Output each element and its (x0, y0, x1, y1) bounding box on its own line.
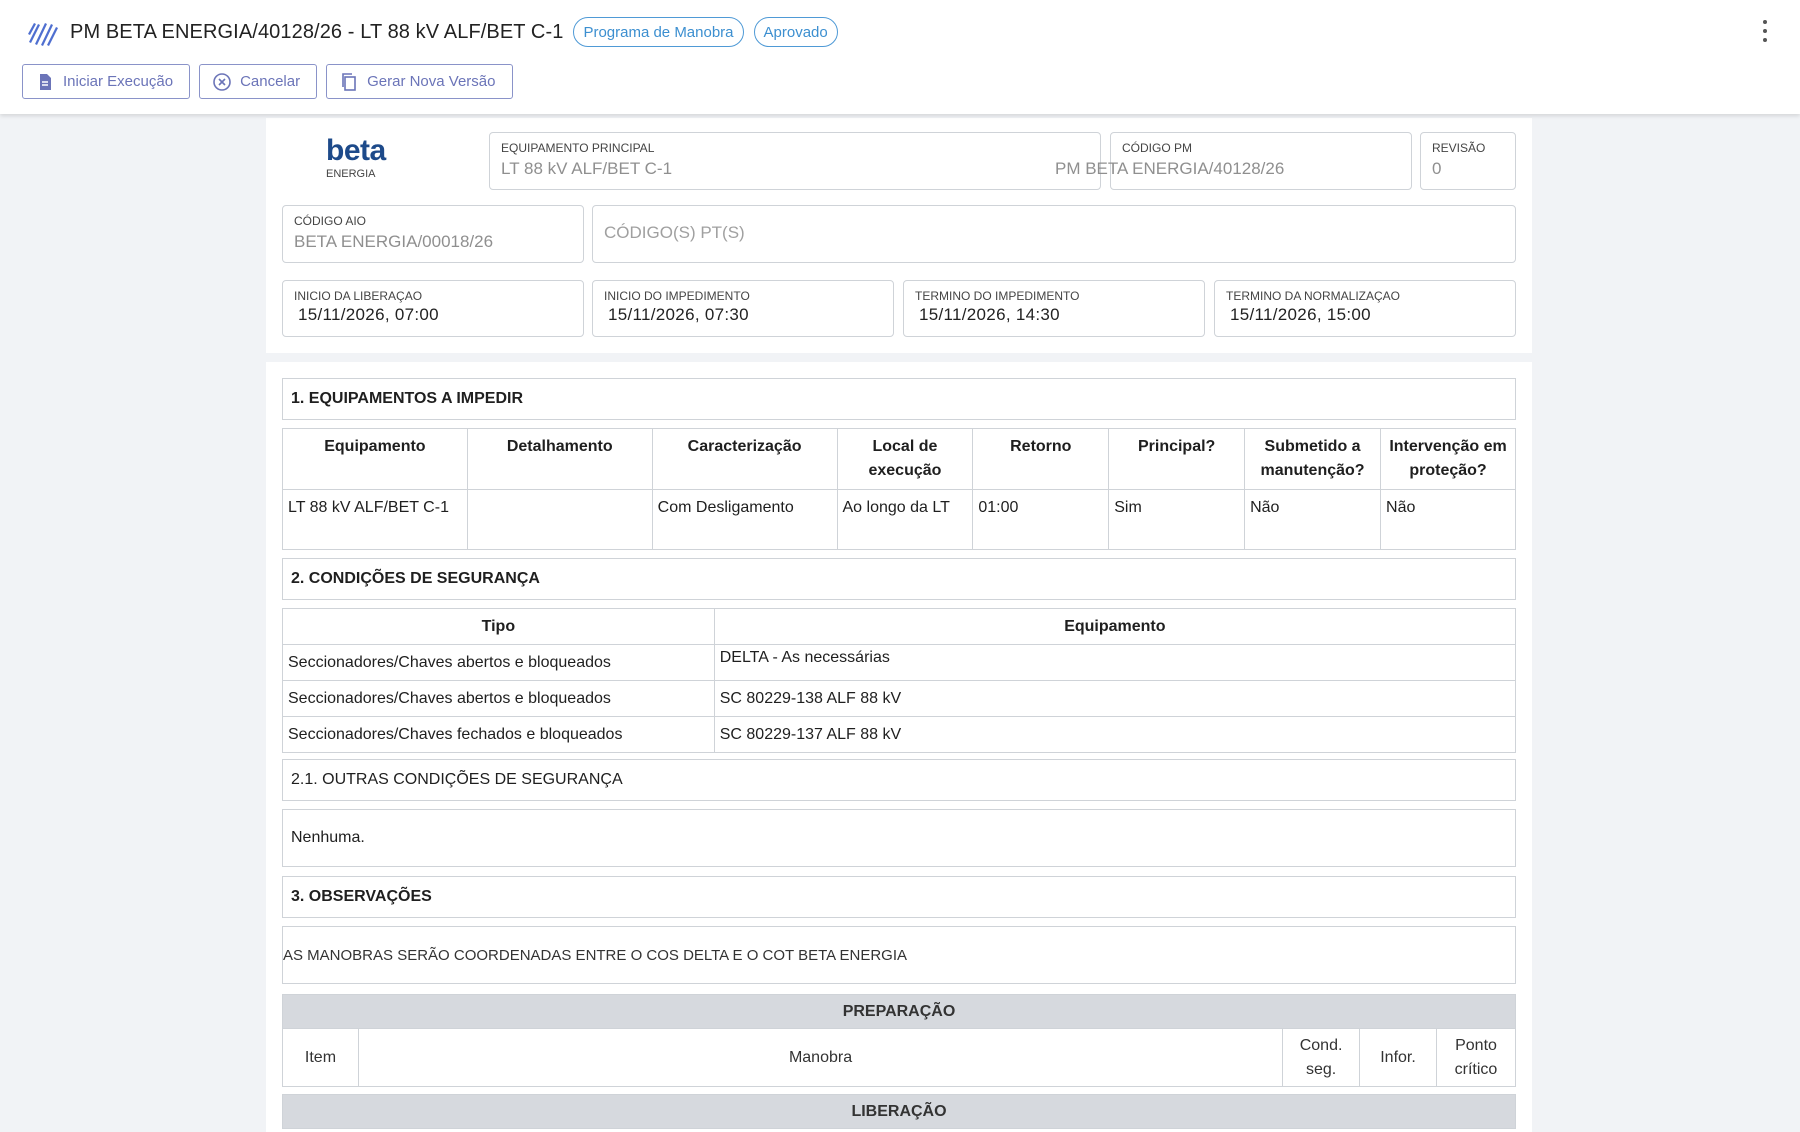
col-cond-seg: Cond. seg. (1282, 1028, 1361, 1087)
main-equipment-label: EQUIPAMENTO PRINCIPAL (501, 141, 655, 155)
impediment-start-label: INICIO DO IMPEDIMENTO (604, 289, 750, 303)
col-manobra: Manobra (357, 1028, 1284, 1087)
cell-protecao: Não (1380, 489, 1516, 550)
page-title: PM BETA ENERGIA/40128/26 - LT 88 kV ALF/… (70, 20, 564, 43)
cell-equipamento: DELTA - As necessárias (713, 644, 1517, 681)
table-row: Seccionadores/Chaves abertos e bloqueado… (282, 680, 1517, 717)
safety-conditions-table: Tipo Equipamento Seccionadores/Chaves ab… (282, 608, 1517, 753)
main-equipment-field[interactable]: EQUIPAMENTO PRINCIPAL LT 88 kV ALF/BET C… (489, 132, 1101, 190)
release-start-label: INICIO DA LIBERAÇAO (294, 289, 423, 303)
cell-principal: Sim (1108, 489, 1246, 550)
col-principal: Principal? (1108, 428, 1246, 490)
impediment-end-field[interactable]: TERMINO DO IMPEDIMENTO 15/11/2026, 14:30 (903, 280, 1205, 337)
pm-code-field[interactable]: CÓDIGO PM PM BETA ENERGIA/40128/26 (1055, 132, 1412, 190)
preparation-header: PREPARAÇÃO (282, 994, 1516, 1029)
col-detalhamento: Detalhamento (466, 428, 653, 490)
logo-name: beta (326, 134, 386, 167)
release-start-field[interactable]: INICIO DA LIBERAÇAO 15/11/2026, 07:00 (282, 280, 584, 337)
section-2-title: 2. CONDIÇÕES DE SEGURANÇA (282, 558, 1516, 600)
section-1-title: 1. EQUIPAMENTOS A IMPEDIR (282, 378, 1516, 420)
col-item: Item (282, 1028, 359, 1087)
pm-code-label: CÓDIGO PM (1122, 141, 1193, 155)
cancel-label: Cancelar (240, 73, 301, 90)
impediment-start-field[interactable]: INICIO DO IMPEDIMENTO 15/11/2026, 07:30 (592, 280, 894, 337)
action-toolbar: Iniciar Execução Cancelar Gerar Nova Ver… (22, 64, 513, 99)
table-row: Seccionadores/Chaves fechados e bloquead… (282, 716, 1517, 753)
maneuvers-table-header: Item Manobra Cond. seg. Infor. Ponto crí… (282, 1028, 1516, 1087)
maneuvers-table: PREPARAÇÃO Item Manobra Cond. seg. Infor… (282, 994, 1516, 1129)
normalization-end-value: 15/11/2026, 15:00 (1230, 305, 1371, 324)
normalization-end-field[interactable]: TERMINO DA NORMALIZAÇAO 15/11/2026, 15:0… (1214, 280, 1516, 337)
app-logo-icon (28, 23, 58, 46)
col-equipamento: Equipamento (713, 608, 1517, 645)
col-caracterizacao: Caracterização (651, 428, 838, 490)
normalization-end-label: TERMINO DA NORMALIZAÇAO (1226, 289, 1401, 303)
cancel-circle-icon (213, 72, 231, 91)
section-2-1-title: 2.1. OUTRAS CONDIÇÕES DE SEGURANÇA (282, 759, 1516, 801)
aio-code-field[interactable]: CÓDIGO AIO BETA ENERGIA/00018/26 (282, 205, 584, 263)
col-tipo: Tipo (282, 608, 715, 645)
cell-manutencao: Não (1244, 489, 1382, 550)
release-header: LIBERAÇÃO (282, 1094, 1516, 1129)
revision-field[interactable]: REVISÃO 0 (1420, 132, 1516, 190)
impediment-end-value: 15/11/2026, 14:30 (919, 305, 1060, 324)
new-version-button[interactable]: Gerar Nova Versão (326, 64, 513, 99)
logo-sub: ENERGIA (326, 168, 376, 180)
equipment-table-header: Equipamento Detalhamento Caracterização … (282, 428, 1516, 490)
pt-codes-field[interactable]: CÓDIGO(S) PT(S) (592, 205, 1516, 263)
aio-code-label: CÓDIGO AIO (294, 214, 367, 228)
safety-table-header: Tipo Equipamento (282, 608, 1517, 645)
start-execution-label: Iniciar Execução (63, 73, 174, 90)
cell-equipamento: LT 88 kV ALF/BET C-1 (282, 489, 468, 550)
copy-icon (342, 72, 356, 91)
section-3-title: 3. OBSERVAÇÕES (282, 876, 1516, 918)
cell-tipo: Seccionadores/Chaves abertos e bloqueado… (282, 644, 715, 681)
impediment-start-value: 15/11/2026, 07:30 (608, 305, 749, 324)
more-options-icon[interactable] (1760, 20, 1770, 42)
cell-equipamento: SC 80229-138 ALF 88 kV (713, 680, 1517, 717)
equipment-table: Equipamento Detalhamento Caracterização … (282, 428, 1516, 550)
col-equipamento: Equipamento (282, 428, 468, 490)
cell-tipo: Seccionadores/Chaves fechados e bloquead… (282, 716, 715, 753)
col-manutencao: Submetido a manutenção? (1244, 428, 1382, 490)
other-conditions-text: Nenhuma. (282, 809, 1516, 867)
cell-retorno: 01:00 (972, 489, 1110, 550)
title-row: PM BETA ENERGIA/40128/26 - LT 88 kV ALF/… (26, 14, 838, 50)
pm-header-card: beta ENERGIA EQUIPAMENTO PRINCIPAL LT 88… (266, 118, 1532, 353)
cell-equipamento: SC 80229-137 ALF 88 kV (713, 716, 1517, 753)
col-local: Local de execução (836, 428, 974, 490)
start-execution-button[interactable]: Iniciar Execução (22, 64, 191, 99)
company-logo: beta ENERGIA (326, 134, 386, 181)
cell-tipo: Seccionadores/Chaves abertos e bloqueado… (282, 680, 715, 717)
status-chip: Aprovado (753, 17, 838, 47)
release-start-value: 15/11/2026, 07:00 (298, 305, 439, 324)
impediment-end-label: TERMINO DO IMPEDIMENTO (915, 289, 1080, 303)
table-row: Seccionadores/Chaves abertos e bloqueado… (282, 644, 1517, 681)
preparation-section-row: PREPARAÇÃO (282, 994, 1516, 1029)
cancel-button[interactable]: Cancelar (199, 64, 318, 99)
cell-caracterizacao: Com Desligamento (651, 489, 838, 550)
col-infor: Infor. (1359, 1028, 1437, 1087)
col-ponto-critico: Ponto crítico (1436, 1028, 1516, 1087)
table-row: LT 88 kV ALF/BET C-1 Com Desligamento Ao… (282, 489, 1516, 550)
pm-body-card: 1. EQUIPAMENTOS A IMPEDIR Equipamento De… (266, 362, 1532, 1132)
cell-local: Ao longo da LT (836, 489, 974, 550)
type-chip: Programa de Manobra (573, 17, 744, 47)
pm-code-value: PM BETA ENERGIA/40128/26 (1055, 159, 1285, 178)
main-equipment-value: LT 88 kV ALF/BET C-1 (501, 159, 673, 178)
new-version-label: Gerar Nova Versão (367, 73, 496, 90)
pt-codes-placeholder: CÓDIGO(S) PT(S) (604, 223, 745, 242)
col-protecao: Intervenção em proteção? (1380, 428, 1516, 490)
cell-detalhamento (466, 489, 653, 550)
release-section-row: LIBERAÇÃO (282, 1094, 1516, 1129)
revision-value: 0 (1432, 159, 1442, 178)
observations-text: AS MANOBRAS SERÃO COORDENADAS ENTRE O CO… (282, 926, 1516, 984)
revision-label: REVISÃO (1432, 141, 1486, 155)
app-header: PM BETA ENERGIA/40128/26 - LT 88 kV ALF/… (0, 0, 1800, 114)
aio-code-value: BETA ENERGIA/00018/26 (294, 232, 494, 251)
document-icon (40, 73, 51, 90)
col-retorno: Retorno (972, 428, 1110, 490)
